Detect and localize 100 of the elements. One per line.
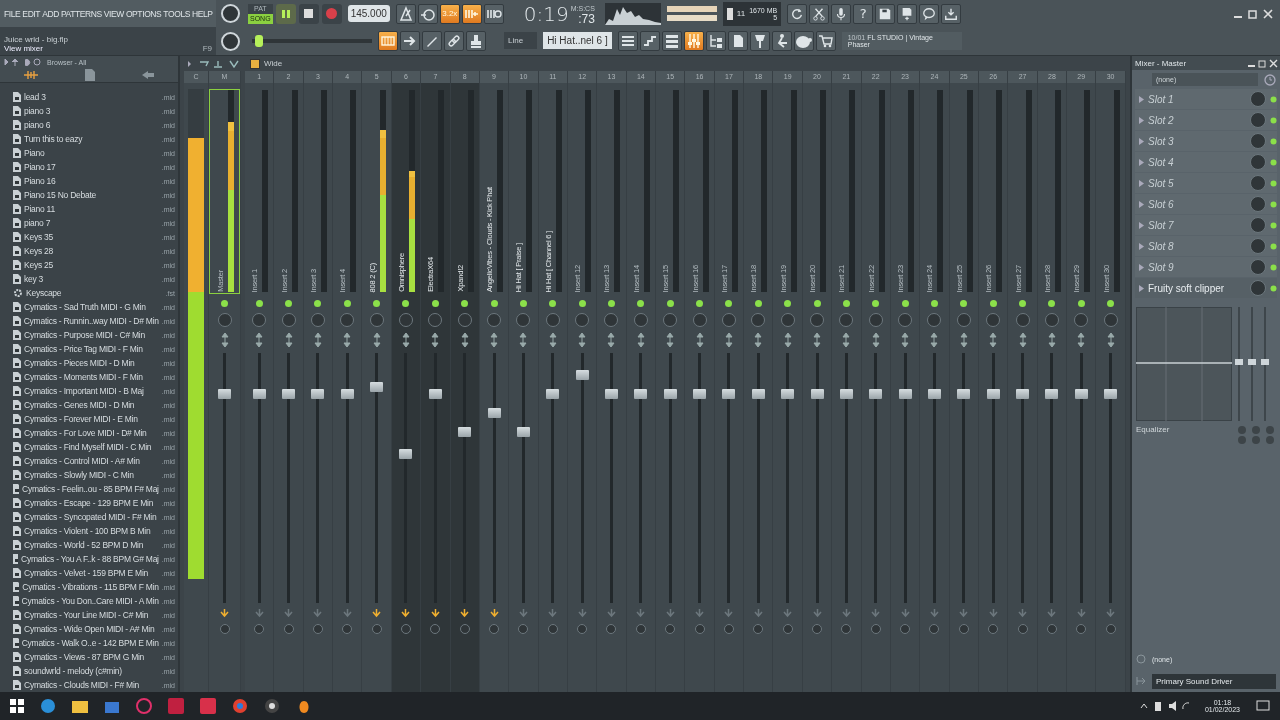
pan-knob[interactable] (692, 313, 707, 327)
stereo-icon[interactable] (783, 333, 792, 347)
stereo-icon[interactable] (431, 333, 440, 347)
stereo-icon[interactable] (724, 333, 733, 347)
help-button[interactable]: ? (853, 3, 874, 24)
stereo-icon[interactable] (313, 333, 322, 347)
fader-thumb[interactable] (781, 389, 795, 399)
effect-slot[interactable]: Slot 3 (1135, 131, 1277, 151)
led-indicator[interactable] (1270, 179, 1277, 187)
fader-thumb[interactable] (428, 389, 442, 399)
led-indicator[interactable] (1270, 284, 1277, 292)
stereo-icon[interactable] (460, 333, 469, 347)
stereo-icon[interactable] (220, 333, 229, 347)
send-knob[interactable] (900, 624, 911, 634)
pan-knob[interactable] (575, 313, 590, 327)
tray-icons[interactable] (1138, 699, 1189, 713)
led-indicator[interactable] (725, 300, 733, 307)
stereo-icon[interactable] (548, 333, 557, 347)
fader-thumb[interactable] (634, 389, 648, 399)
document-icon[interactable] (85, 69, 95, 82)
stop-button[interactable] (298, 3, 319, 24)
pan-knob[interactable] (369, 313, 384, 327)
route-icon[interactable] (220, 609, 229, 618)
stereo-icon[interactable] (401, 333, 410, 347)
pan-knob[interactable] (868, 313, 883, 327)
pan-knob[interactable] (927, 313, 942, 327)
toolbar-button[interactable] (378, 30, 398, 51)
led-indicator[interactable] (666, 300, 674, 307)
pan-knob[interactable] (428, 313, 443, 327)
pan-knob[interactable] (633, 313, 648, 327)
led-indicator[interactable] (1270, 95, 1277, 103)
stereo-icon[interactable] (813, 333, 821, 347)
chrome-icon[interactable] (232, 698, 248, 714)
start-icon[interactable] (10, 699, 24, 713)
send-knob[interactable] (1017, 624, 1028, 634)
menu-item[interactable]: EDIT (22, 8, 41, 19)
effect-slot[interactable]: Slot 4 (1135, 152, 1277, 172)
stereo-icon[interactable] (607, 333, 616, 347)
fader-thumb[interactable] (927, 389, 941, 399)
send-knob[interactable] (870, 624, 881, 634)
effect-slot[interactable]: Slot 9 (1135, 257, 1277, 277)
send-knob[interactable] (606, 624, 617, 634)
led-indicator[interactable] (373, 300, 381, 307)
fader-thumb[interactable] (722, 389, 736, 399)
stereo-icon[interactable] (1106, 333, 1115, 347)
stereo-icon[interactable] (1077, 333, 1086, 347)
pan-knob[interactable] (516, 313, 531, 327)
pan-knob[interactable] (487, 313, 502, 327)
send-knob[interactable] (254, 624, 265, 634)
led-indicator[interactable] (989, 300, 997, 307)
eq-faders[interactable] (1234, 307, 1270, 421)
led-indicator[interactable] (901, 300, 909, 307)
led-indicator[interactable] (1270, 263, 1277, 271)
menu-item[interactable]: PATTERNS (60, 8, 102, 19)
led-indicator[interactable] (578, 300, 586, 307)
pan-knob[interactable] (340, 313, 355, 327)
waveform-icon[interactable] (23, 70, 38, 81)
led-indicator[interactable] (754, 300, 762, 307)
fader-thumb[interactable] (898, 389, 912, 399)
route-icon[interactable] (460, 609, 470, 618)
volume-thumb[interactable] (255, 34, 264, 47)
effect-slot[interactable]: Slot 8 (1135, 236, 1277, 256)
tempo-field[interactable]: 145.000 (347, 5, 390, 22)
stereo-icon[interactable] (871, 333, 880, 347)
led-indicator[interactable] (431, 300, 439, 307)
menu-item[interactable]: TOOLS (163, 8, 191, 19)
menu-item[interactable]: FILE (4, 8, 21, 19)
fader-thumb[interactable] (546, 389, 560, 399)
pan-knob[interactable] (1015, 313, 1030, 327)
effect-slot[interactable]: Slot 6 (1135, 194, 1277, 214)
arrow-icon[interactable] (3, 57, 43, 68)
stereo-icon[interactable] (284, 333, 293, 347)
send-knob[interactable] (694, 624, 705, 634)
send-knob[interactable] (723, 624, 734, 634)
led-indicator[interactable] (1107, 300, 1115, 307)
stereo-icon[interactable] (695, 333, 704, 347)
circle-icon[interactable] (136, 698, 152, 714)
send-knob[interactable] (929, 624, 940, 634)
led-indicator[interactable] (1270, 221, 1277, 229)
notification-icon[interactable] (1256, 699, 1270, 713)
route-icon[interactable] (430, 609, 440, 618)
mix-knob[interactable] (1250, 112, 1266, 128)
stereo-icon[interactable] (343, 333, 352, 347)
pan-knob[interactable] (310, 313, 325, 327)
pan-knob[interactable] (986, 313, 1001, 327)
toolbar-button[interactable] (395, 3, 416, 24)
pattern-selector[interactable]: Hi Hat..nel 6 ] (543, 32, 612, 49)
pan-knob[interactable] (663, 313, 678, 327)
stereo-icon[interactable] (959, 333, 968, 347)
toolbar-button[interactable] (683, 30, 704, 51)
close-icon[interactable] (1269, 58, 1278, 68)
toolbar-button[interactable] (639, 30, 660, 51)
mix-knob[interactable] (1250, 175, 1266, 191)
led-indicator[interactable] (314, 300, 322, 307)
led-indicator[interactable] (813, 300, 821, 307)
send-knob[interactable] (841, 624, 852, 634)
fader-thumb[interactable] (218, 389, 231, 399)
pan-knob[interactable] (545, 313, 560, 327)
led-indicator[interactable] (519, 300, 527, 307)
fader-thumb[interactable] (693, 389, 707, 399)
